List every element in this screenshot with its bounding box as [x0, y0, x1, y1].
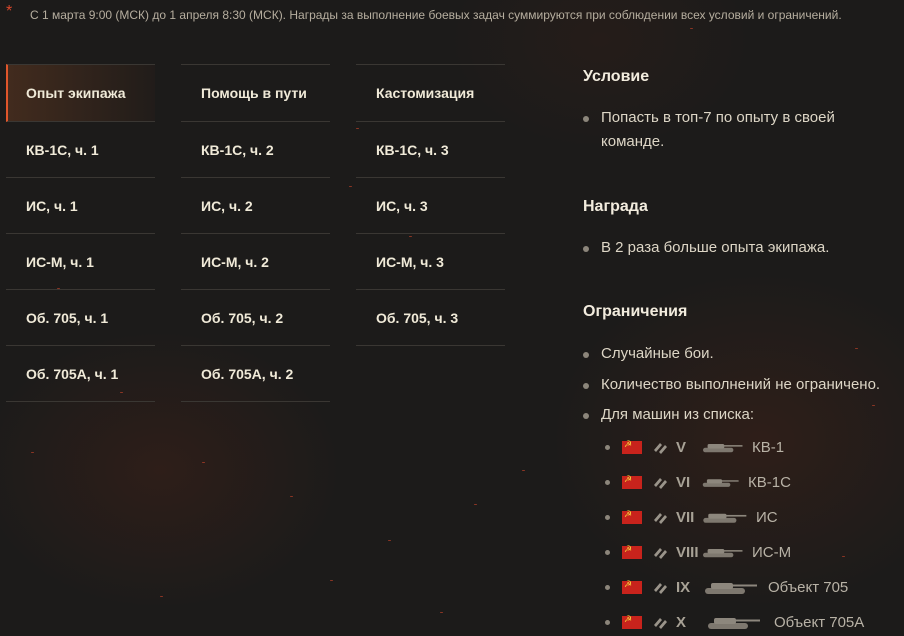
notice-text: С 1 марта 9:00 (МСК) до 1 апреля 8:30 (М…	[30, 8, 842, 22]
heavy-tank-icon	[703, 548, 743, 558]
vehicle-row: X Объект 705А	[605, 610, 864, 634]
ussr-flag-icon	[622, 579, 642, 594]
tier-label: VII	[676, 508, 695, 526]
task-column-3: Кастомизация КВ-1С, ч. 3 ИС, ч. 3 ИС-М, …	[356, 64, 505, 346]
task-ism-part2[interactable]: ИС-М, ч. 2	[181, 234, 330, 290]
heavy-tank-class-icon	[654, 618, 667, 629]
task-help-on-the-way[interactable]: Помощь в пути	[181, 64, 330, 122]
restrictions-heading: Ограничения	[583, 303, 688, 320]
bullet-icon	[605, 444, 610, 450]
condition-item: Попасть в топ-7 по опыту в своей команде…	[583, 106, 883, 154]
ussr-flag-icon	[622, 509, 642, 524]
vehicle-name: Объект 705А	[774, 613, 865, 631]
task-is-part3[interactable]: ИС, ч. 3	[356, 178, 505, 234]
condition-heading: Условие	[583, 68, 650, 85]
vehicle-name: КВ-1С	[748, 473, 791, 491]
tier-label: IX	[676, 578, 691, 596]
ussr-flag-icon	[622, 544, 642, 559]
vehicle-row: V КВ-1	[605, 435, 784, 459]
reward-heading: Награда	[583, 198, 648, 215]
asterisk-icon: *	[6, 3, 13, 20]
task-crew-experience[interactable]: Опыт экипажа	[6, 64, 155, 122]
task-obj705a-part1[interactable]: Об. 705А, ч. 1	[6, 346, 155, 402]
heavy-tank-class-icon	[654, 478, 667, 489]
tier-label: VIII	[676, 543, 699, 561]
task-is-part1[interactable]: ИС, ч. 1	[6, 178, 155, 234]
tier-label: VI	[676, 473, 691, 491]
ussr-flag-icon	[622, 439, 642, 454]
vehicle-name: ИС	[756, 508, 778, 526]
heavy-tank-class-icon	[654, 513, 667, 524]
bullet-icon	[605, 514, 610, 520]
vehicle-name: Объект 705	[768, 578, 849, 596]
task-obj705-part2[interactable]: Об. 705, ч. 2	[181, 290, 330, 346]
heavy-tank-class-icon	[654, 443, 667, 454]
task-obj705a-part2[interactable]: Об. 705А, ч. 2	[181, 346, 330, 402]
heavy-tank-icon	[705, 583, 757, 594]
task-ism-part3[interactable]: ИС-М, ч. 3	[356, 234, 505, 290]
heavy-tank-class-icon	[654, 583, 667, 594]
restriction-item: Случайные бои.	[583, 342, 714, 366]
task-column-2: Помощь в пути КВ-1С, ч. 2 ИС, ч. 2 ИС-М,…	[181, 64, 330, 402]
heavy-tank-icon	[708, 618, 760, 629]
ussr-flag-icon	[622, 474, 642, 489]
vehicle-name: КВ-1	[752, 438, 785, 456]
task-column-1: Опыт экипажа КВ-1С, ч. 1 ИС, ч. 1 ИС-М, …	[6, 64, 155, 402]
bullet-icon	[605, 479, 610, 485]
vehicle-name: ИС-М	[752, 543, 792, 561]
task-kv1s-part1[interactable]: КВ-1С, ч. 1	[6, 122, 155, 178]
tier-label: V	[676, 438, 687, 456]
vehicle-row: IX Объект 705	[605, 575, 848, 599]
heavy-tank-icon	[702, 479, 739, 487]
task-obj705-part3[interactable]: Об. 705, ч. 3	[356, 290, 505, 346]
heavy-tank-class-icon	[654, 548, 667, 559]
ussr-flag-icon	[622, 614, 642, 629]
reward-item: В 2 раза больше опыта экипажа.	[583, 236, 883, 260]
tier-label: X	[676, 613, 687, 631]
task-kv1s-part3[interactable]: КВ-1С, ч. 3	[356, 122, 505, 178]
vehicle-row: VII ИС	[605, 505, 778, 529]
task-is-part2[interactable]: ИС, ч. 2	[181, 178, 330, 234]
task-customization[interactable]: Кастомизация	[356, 64, 505, 122]
bullet-icon	[605, 549, 610, 555]
bullet-icon	[605, 584, 610, 590]
restriction-item: Количество выполнений не ограничено.	[583, 373, 880, 397]
vehicle-row: VI КВ-1С	[605, 470, 791, 494]
task-kv1s-part2[interactable]: КВ-1С, ч. 2	[181, 122, 330, 178]
heavy-tank-icon	[703, 513, 747, 523]
task-ism-part1[interactable]: ИС-М, ч. 1	[6, 234, 155, 290]
restriction-item: Для машин из списка:	[583, 403, 754, 427]
vehicle-row: VIII ИС-М	[605, 540, 791, 564]
task-obj705-part1[interactable]: Об. 705, ч. 1	[6, 290, 155, 346]
bullet-icon	[605, 619, 610, 625]
heavy-tank-icon	[703, 443, 743, 453]
